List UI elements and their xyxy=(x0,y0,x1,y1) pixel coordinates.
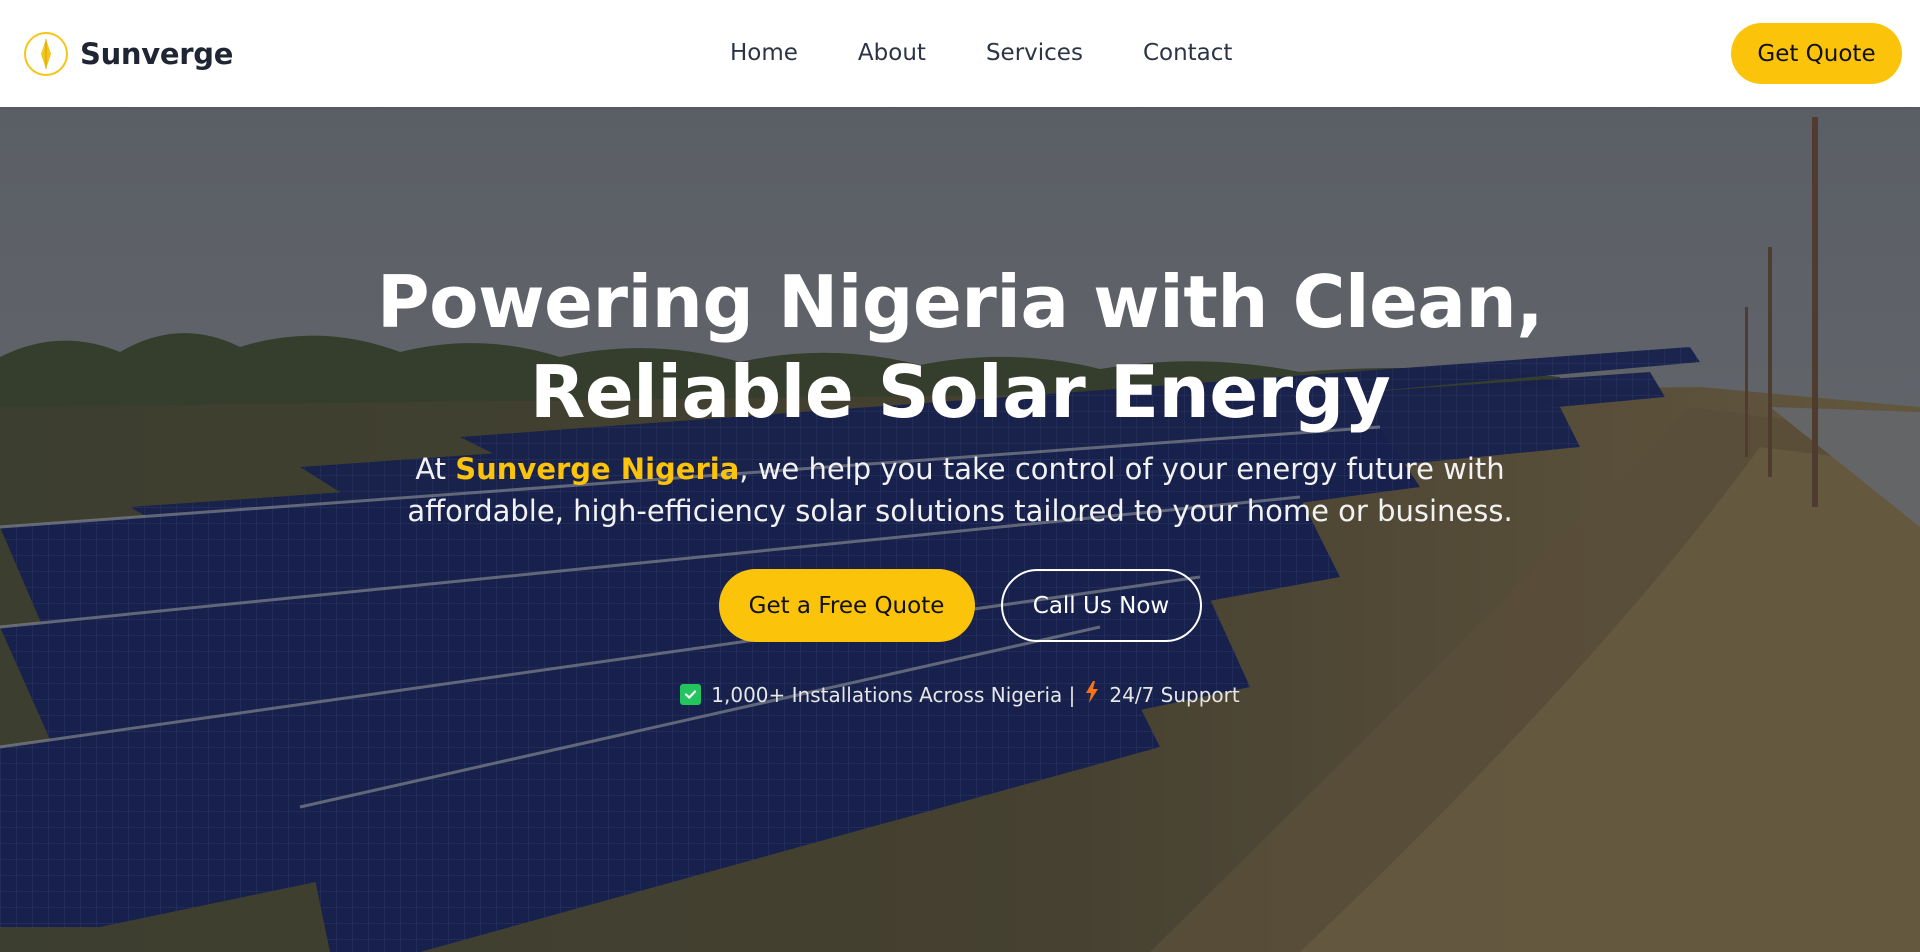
hero-subtitle-highlight: Sunverge Nigeria xyxy=(455,452,740,486)
nav-home-link[interactable]: Home xyxy=(730,40,798,66)
check-icon xyxy=(680,684,702,705)
get-quote-button[interactable]: Get Quote xyxy=(1731,23,1902,84)
brand[interactable]: Sunverge xyxy=(24,31,234,76)
hero-title-line-1: Powering Nigeria with Clean, xyxy=(376,260,1544,344)
hero-title-line-2: Reliable Solar Energy xyxy=(529,350,1391,434)
nav-menu: Home About Services Contact xyxy=(730,40,1232,66)
top-navigation: Sunverge Home About Services Contact Get… xyxy=(0,0,1920,107)
nav-services-link[interactable]: Services xyxy=(986,40,1083,66)
hero-subtitle-rest-1: , we help you take control of your energ… xyxy=(739,452,1505,486)
hero-section: Powering Nigeria with Clean, Reliable So… xyxy=(0,107,1920,952)
hero-title: Powering Nigeria with Clean, Reliable So… xyxy=(360,257,1560,437)
brand-name: Sunverge xyxy=(80,36,234,71)
get-free-quote-button[interactable]: Get a Free Quote xyxy=(718,569,975,642)
installations-badge-text: 1,000+ Installations Across Nigeria | xyxy=(711,682,1076,707)
trust-badges: 1,000+ Installations Across Nigeria | 24… xyxy=(0,681,1920,708)
support-badge-text: 24/7 Support xyxy=(1109,682,1240,707)
lightning-icon xyxy=(1085,681,1099,708)
hero-subtitle-prefix: At xyxy=(415,452,456,486)
sun-logo-icon xyxy=(24,31,68,76)
hero-cta-group: Get a Free Quote Call Us Now xyxy=(0,569,1920,642)
nav-about-link[interactable]: About xyxy=(858,40,926,66)
call-us-now-button[interactable]: Call Us Now xyxy=(1000,569,1202,642)
hero-subtitle-rest-2: affordable, high-efficiency solar soluti… xyxy=(407,494,1513,528)
nav-contact-link[interactable]: Contact xyxy=(1143,40,1232,66)
hero-subtitle: At Sunverge Nigeria, we help you take co… xyxy=(360,448,1560,532)
